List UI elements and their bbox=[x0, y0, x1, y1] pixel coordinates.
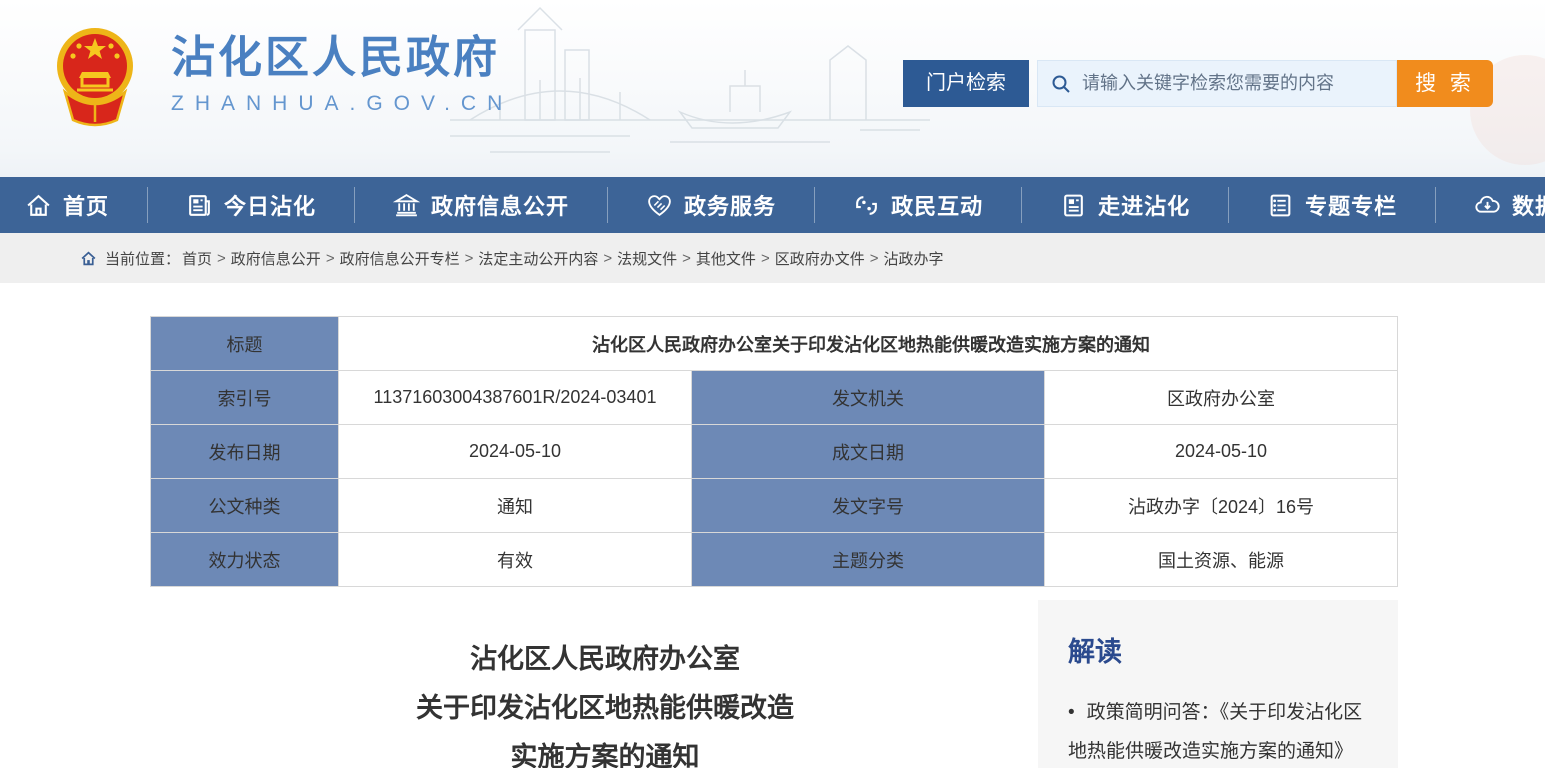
table-row: 索引号 11371603004387601R/2024-03401 发文机关 区… bbox=[151, 371, 1398, 425]
breadcrumb-prefix: 当前位置： bbox=[105, 248, 180, 269]
breadcrumb-separator: > bbox=[217, 250, 226, 267]
page-content: 标题 沾化区人民政府办公室关于印发沾化区地热能供暖改造实施方案的通知 索引号 1… bbox=[0, 283, 1545, 768]
table-row: 公文种类 通知 发文字号 沾政办字〔2024〕16号 bbox=[151, 479, 1398, 533]
breadcrumb-item[interactable]: 其他文件 bbox=[696, 248, 756, 269]
breadcrumb-item[interactable]: 首页 bbox=[182, 248, 212, 269]
nav-label: 今日沾化 bbox=[224, 189, 316, 221]
meta-value-title: 沾化区人民政府办公室关于印发沾化区地热能供暖改造实施方案的通知 bbox=[339, 317, 1398, 371]
nav-item-services[interactable]: 政务服务 bbox=[608, 189, 814, 221]
breadcrumb: 当前位置： 首页 > 政府信息公开 > 政府信息公开专栏 > 法定主动公开内容 … bbox=[0, 233, 1545, 283]
meta-label-issuing-org: 发文机关 bbox=[692, 371, 1045, 425]
breadcrumb-item[interactable]: 法规文件 bbox=[617, 248, 677, 269]
breadcrumb-item[interactable]: 区政府办文件 bbox=[775, 248, 865, 269]
nav-label: 数据开放 bbox=[1512, 189, 1545, 221]
nav-label: 专题专栏 bbox=[1305, 189, 1397, 221]
nav-item-topics[interactable]: 专题专栏 bbox=[1229, 189, 1435, 221]
breadcrumb-item-current: 沾政办字 bbox=[883, 248, 943, 269]
breadcrumb-item[interactable]: 政府信息公开 bbox=[231, 248, 321, 269]
nav-label: 首页 bbox=[63, 189, 109, 221]
breadcrumb-item[interactable]: 法定主动公开内容 bbox=[478, 248, 598, 269]
meta-label-index: 索引号 bbox=[151, 371, 339, 425]
meta-label-publish-date: 发布日期 bbox=[151, 425, 339, 479]
site-domain: ZHANHUA.GOV.CN bbox=[171, 92, 513, 116]
breadcrumb-separator: > bbox=[603, 250, 612, 267]
meta-label-validity: 效力状态 bbox=[151, 533, 339, 587]
document-meta-table: 标题 沾化区人民政府办公室关于印发沾化区地热能供暖改造实施方案的通知 索引号 1… bbox=[150, 316, 1398, 587]
search-box bbox=[1037, 60, 1397, 107]
meta-value-topic-category: 国土资源、能源 bbox=[1045, 533, 1398, 587]
meta-value-index: 11371603004387601R/2024-03401 bbox=[339, 371, 692, 425]
meta-label-doc-number: 发文字号 bbox=[692, 479, 1045, 533]
site-header: 沾化区人民政府 ZHANHUA.GOV.CN 门户检索 搜 索 bbox=[0, 0, 1545, 177]
table-row: 发布日期 2024-05-10 成文日期 2024-05-10 bbox=[151, 425, 1398, 479]
breadcrumb-item[interactable]: 政府信息公开专栏 bbox=[340, 248, 460, 269]
site-title-block: 沾化区人民政府 ZHANHUA.GOV.CN bbox=[171, 32, 513, 116]
national-emblem-icon bbox=[55, 20, 135, 128]
search-icon bbox=[1050, 73, 1072, 95]
interaction-chat-icon bbox=[853, 192, 880, 219]
meta-value-issuing-org: 区政府办公室 bbox=[1045, 371, 1398, 425]
document-title-line: 沾化区人民政府办公室 bbox=[150, 635, 1060, 684]
meta-value-publish-date: 2024-05-10 bbox=[339, 425, 692, 479]
search-submit-button[interactable]: 搜 索 bbox=[1397, 60, 1493, 107]
nav-item-visit[interactable]: 走进沾化 bbox=[1022, 189, 1228, 221]
interpretation-sidebar: 解读 •政策简明问答：《关于印发沾化区地热能供暖改造实施方案的通知》解读 bbox=[1038, 600, 1398, 768]
gov-building-icon bbox=[393, 192, 420, 219]
home-icon bbox=[25, 192, 52, 219]
nav-item-interaction[interactable]: 政民互动 bbox=[815, 189, 1021, 221]
document-icon bbox=[1060, 192, 1087, 219]
nav-label: 政民互动 bbox=[891, 189, 983, 221]
bullet-icon: • bbox=[1068, 702, 1075, 723]
nav-item-home[interactable]: 首页 bbox=[0, 189, 147, 221]
meta-label-topic-category: 主题分类 bbox=[692, 533, 1045, 587]
sidebar-title: 解读 bbox=[1068, 630, 1370, 669]
document-title-line: 实施方案的通知 bbox=[150, 733, 1060, 768]
nav-label: 走进沾化 bbox=[1098, 189, 1190, 221]
meta-label-doc-type: 公文种类 bbox=[151, 479, 339, 533]
breadcrumb-separator: > bbox=[326, 250, 335, 267]
site-name: 沾化区人民政府 bbox=[171, 32, 513, 84]
nav-item-gov-info[interactable]: 政府信息公开 bbox=[355, 189, 607, 221]
meta-label-written-date: 成文日期 bbox=[692, 425, 1045, 479]
interpretation-link-text: 政策简明问答：《关于印发沾化区地热能供暖改造实施方案的通知》解读 bbox=[1068, 702, 1362, 768]
site-logo[interactable]: 沾化区人民政府 ZHANHUA.GOV.CN bbox=[55, 20, 513, 128]
service-hands-icon bbox=[646, 192, 673, 219]
meta-value-doc-type: 通知 bbox=[339, 479, 692, 533]
nav-item-open-data[interactable]: 数据开放 bbox=[1436, 189, 1545, 221]
search-input[interactable] bbox=[1082, 73, 1384, 94]
portal-search-button[interactable]: 门户检索 bbox=[903, 60, 1029, 107]
breadcrumb-separator: > bbox=[761, 250, 770, 267]
meta-label-title: 标题 bbox=[151, 317, 339, 371]
newspaper-icon bbox=[186, 192, 213, 219]
breadcrumb-separator: > bbox=[682, 250, 691, 267]
table-row: 标题 沾化区人民政府办公室关于印发沾化区地热能供暖改造实施方案的通知 bbox=[151, 317, 1398, 371]
breadcrumb-separator: > bbox=[870, 250, 879, 267]
breadcrumb-separator: > bbox=[465, 250, 474, 267]
cloud-download-icon bbox=[1474, 192, 1501, 219]
meta-value-validity: 有效 bbox=[339, 533, 692, 587]
meta-value-doc-number: 沾政办字〔2024〕16号 bbox=[1045, 479, 1398, 533]
interpretation-link[interactable]: •政策简明问答：《关于印发沾化区地热能供暖改造实施方案的通知》解读 bbox=[1068, 693, 1370, 768]
nav-label: 政务服务 bbox=[684, 189, 776, 221]
list-icon bbox=[1267, 192, 1294, 219]
breadcrumb-home-icon bbox=[80, 250, 97, 267]
document-title: 沾化区人民政府办公室 关于印发沾化区地热能供暖改造 实施方案的通知 bbox=[150, 635, 1060, 768]
table-row: 效力状态 有效 主题分类 国土资源、能源 bbox=[151, 533, 1398, 587]
document-title-line: 关于印发沾化区地热能供暖改造 bbox=[150, 684, 1060, 733]
main-nav: 首页 今日沾化 政府信息公开 政务服务 bbox=[0, 177, 1545, 233]
meta-value-written-date: 2024-05-10 bbox=[1045, 425, 1398, 479]
nav-item-today[interactable]: 今日沾化 bbox=[148, 189, 354, 221]
nav-label: 政府信息公开 bbox=[431, 189, 569, 221]
